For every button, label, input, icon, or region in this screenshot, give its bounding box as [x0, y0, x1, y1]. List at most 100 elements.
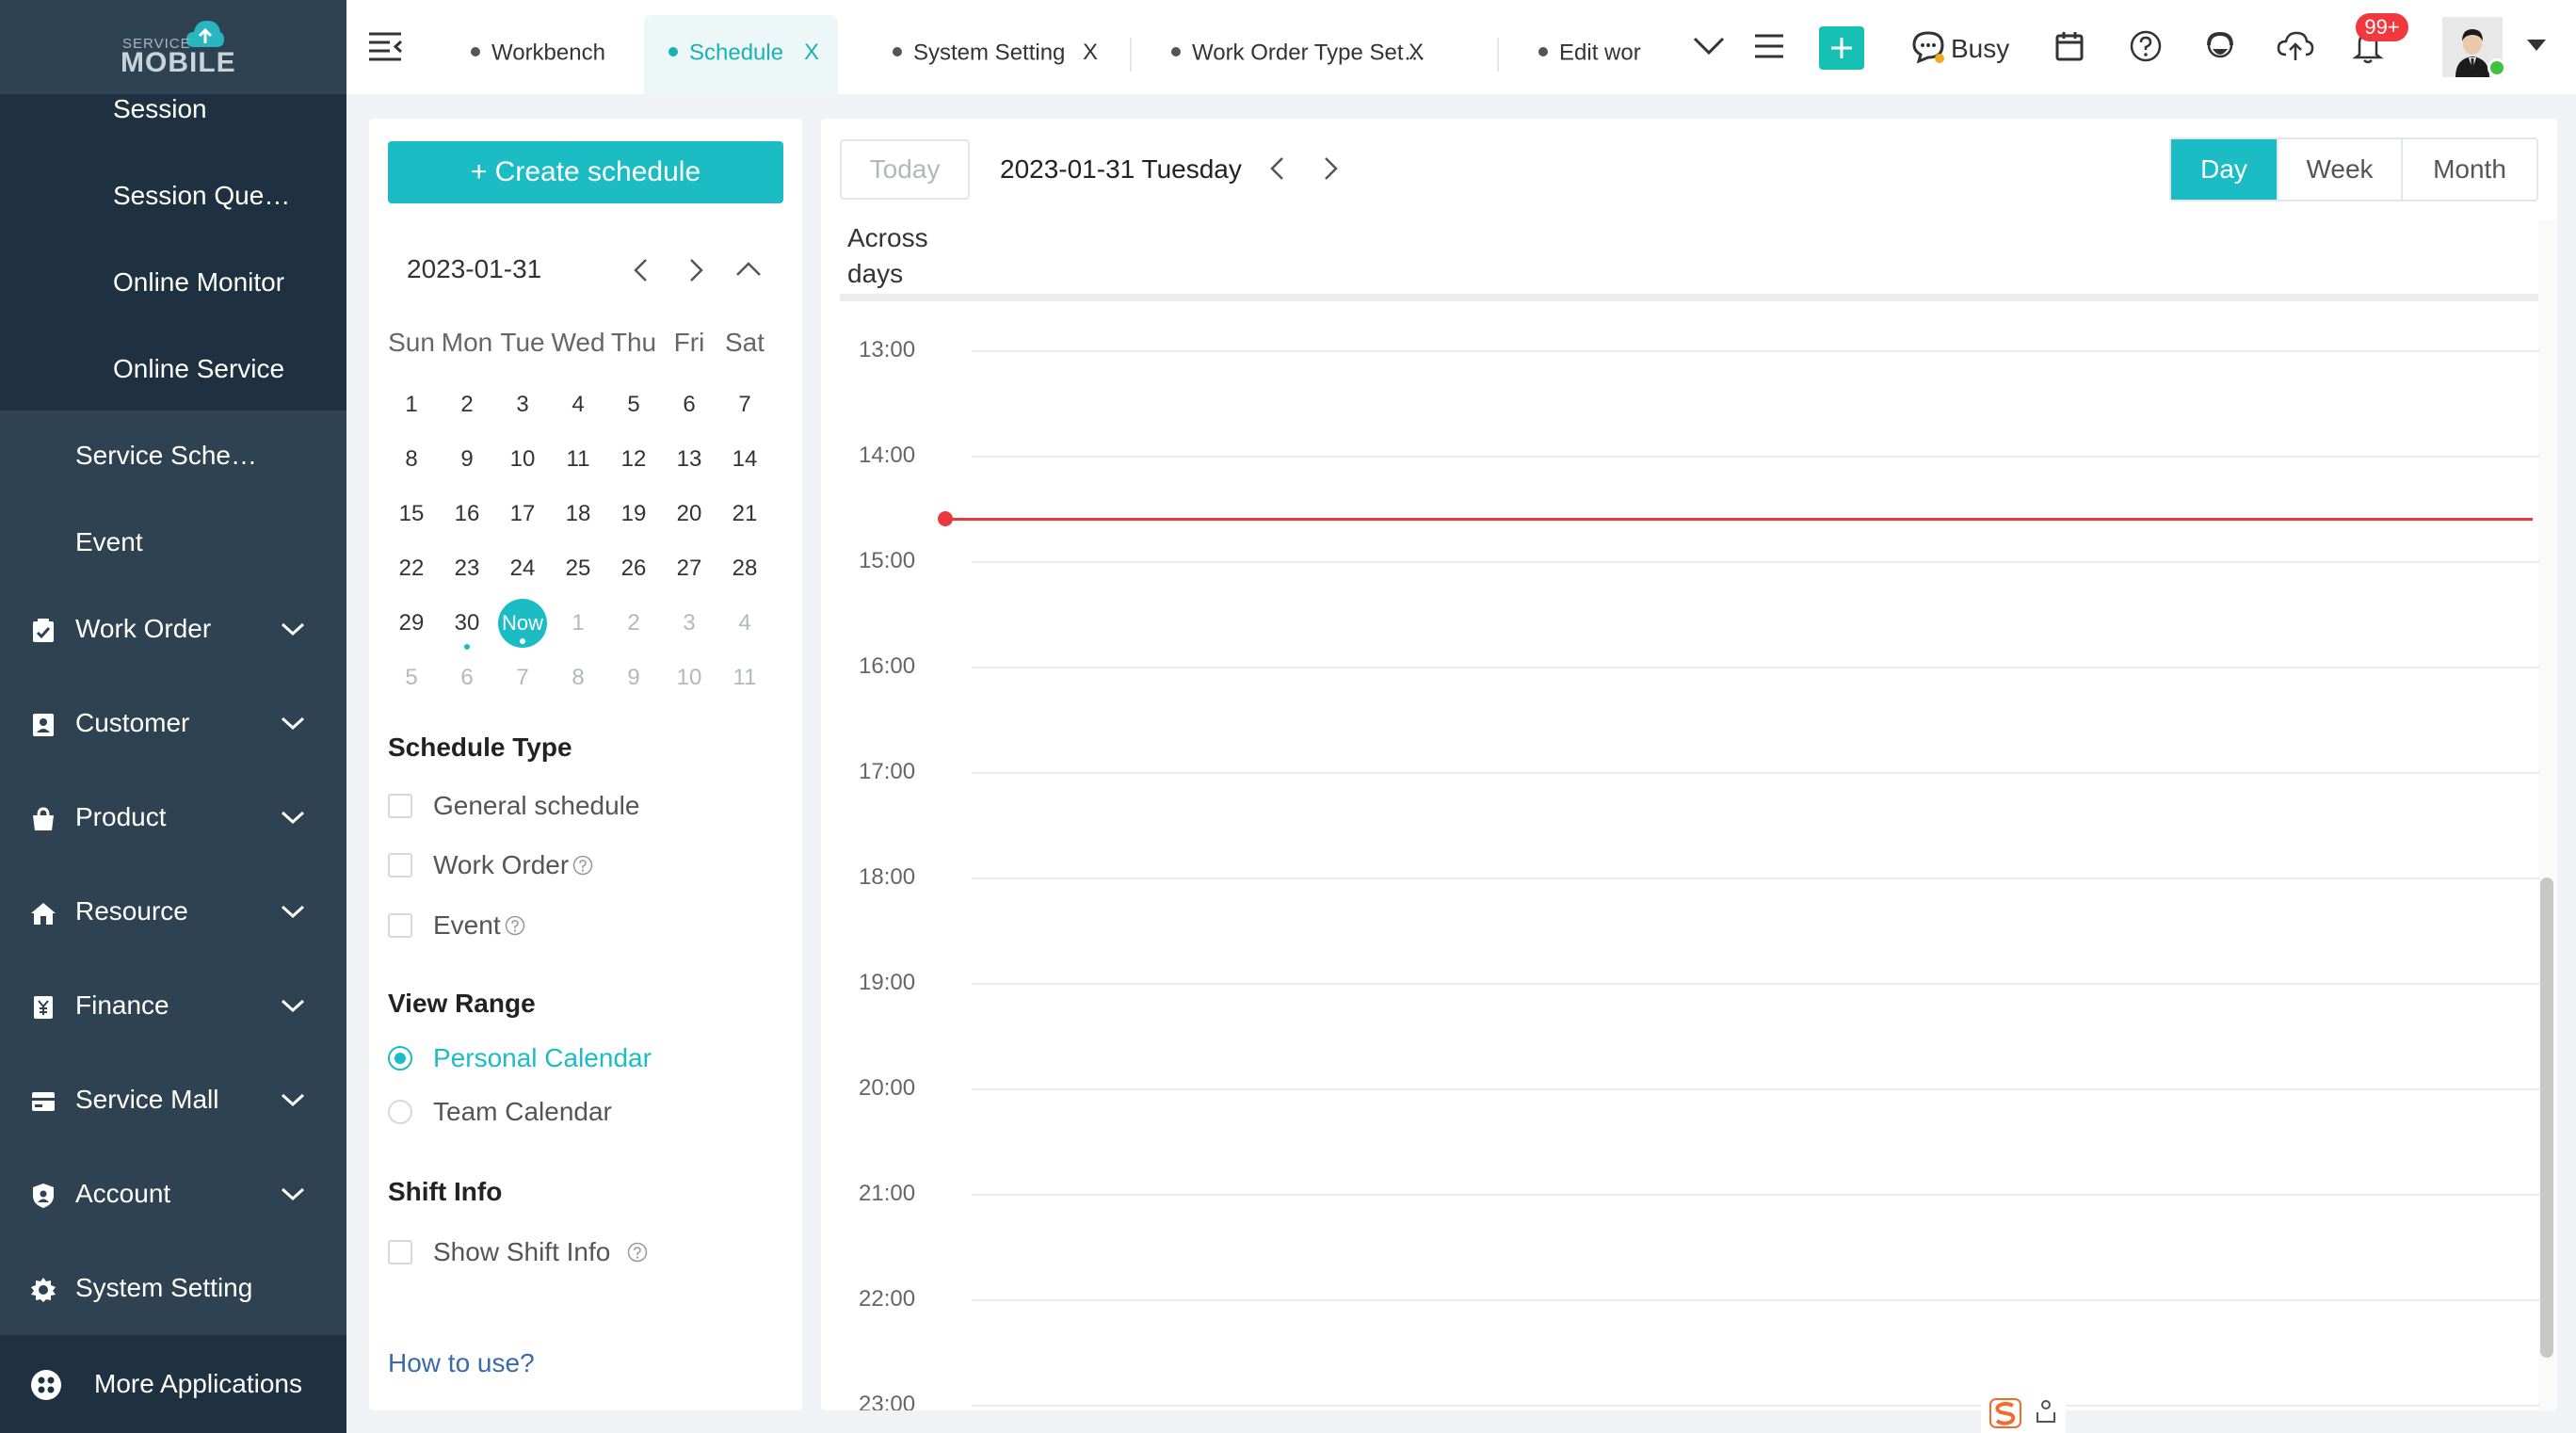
calendar-day[interactable]: 21	[717, 501, 772, 527]
scrollbar-thumb[interactable]	[2540, 878, 2553, 1358]
calendar-day[interactable]: 2	[606, 610, 661, 636]
tab-close-icon[interactable]: X	[804, 40, 819, 66]
app-logo[interactable]: SERVICE MOBILE	[0, 0, 346, 94]
tab-edit-work-order[interactable]: Edit wor	[1520, 15, 1651, 94]
show-shift-info-option[interactable]: Show Shift Info	[433, 1237, 648, 1267]
calendar-day[interactable]: 28	[717, 555, 772, 582]
caret-down-icon[interactable]	[2525, 38, 2548, 53]
checkbox-event[interactable]	[388, 913, 412, 938]
calendar-day[interactable]: 30	[440, 610, 494, 636]
tab-close-icon[interactable]: X	[1083, 40, 1098, 66]
sidebar-menu-work-order[interactable]: Work Order	[0, 584, 346, 678]
checkbox-work-order[interactable]	[388, 853, 412, 878]
quick-add-button[interactable]	[1819, 26, 1864, 70]
help-circle-icon[interactable]	[572, 855, 593, 876]
calendar-day[interactable]: 5	[606, 392, 661, 418]
radio-team-calendar[interactable]	[388, 1100, 412, 1124]
calendar-day[interactable]: 15	[384, 501, 439, 527]
tab-workbench[interactable]: Workbench	[452, 15, 621, 94]
event-option[interactable]: Event	[433, 910, 525, 941]
create-schedule-button[interactable]: + Create schedule	[388, 141, 783, 203]
prev-day-icon[interactable]	[1262, 153, 1294, 185]
tab-schedule[interactable]: Schedule X	[644, 15, 838, 94]
chevron-up-icon[interactable]	[733, 254, 765, 286]
view-month-button[interactable]: Month	[2403, 139, 2536, 200]
calendar-day[interactable]: 2	[440, 392, 494, 418]
calendar-day[interactable]: 19	[606, 501, 661, 527]
help-circle-icon[interactable]	[505, 915, 525, 936]
work-order-option[interactable]: Work Order	[433, 850, 593, 880]
chat-status-icon[interactable]	[1911, 30, 1945, 64]
calendar-day[interactable]: 12	[606, 446, 661, 473]
view-day-button[interactable]: Day	[2171, 139, 2277, 200]
today-button[interactable]: Today	[840, 139, 970, 200]
personal-calendar-label[interactable]: Personal Calendar	[433, 1043, 652, 1073]
calendar-day[interactable]: 24	[495, 555, 550, 582]
team-calendar-label[interactable]: Team Calendar	[433, 1097, 612, 1127]
calendar-day[interactable]: 23	[440, 555, 494, 582]
help-icon[interactable]	[2130, 30, 2162, 62]
calendar-day[interactable]: 3	[662, 610, 716, 636]
calendar-day[interactable]: 10	[662, 665, 716, 691]
help-circle-icon[interactable]	[627, 1242, 648, 1263]
tab-close-icon[interactable]: X	[1409, 40, 1424, 66]
submenu-item-session[interactable]: Session	[113, 94, 207, 124]
chevron-right-icon[interactable]	[680, 254, 712, 286]
more-applications-button[interactable]: More Applications	[0, 1335, 346, 1433]
how-to-use-link[interactable]: How to use?	[388, 1348, 535, 1378]
calendar-day[interactable]: 13	[662, 446, 716, 473]
checkbox-general-schedule[interactable]	[388, 794, 412, 818]
checkbox-show-shift-info[interactable]	[388, 1240, 412, 1264]
calendar-day[interactable]: 16	[440, 501, 494, 527]
calendar-day[interactable]: 11	[551, 446, 605, 473]
calendar-day[interactable]: 1	[551, 610, 605, 636]
tab-system-setting[interactable]: System Setting X	[874, 15, 1105, 94]
radio-personal-calendar[interactable]	[388, 1046, 412, 1071]
calendar-day[interactable]: 22	[384, 555, 439, 582]
calendar-day[interactable]: 4	[717, 610, 772, 636]
sidebar-menu-product[interactable]: Product	[0, 772, 346, 866]
sidebar-menu-finance[interactable]: Finance	[0, 960, 346, 1055]
calendar-day[interactable]: 9	[440, 446, 494, 473]
chevron-left-icon[interactable]	[625, 254, 657, 286]
next-day-icon[interactable]	[1314, 153, 1346, 185]
calendar-day[interactable]: 3	[495, 392, 550, 418]
sidebar-item-service-schedule[interactable]: Service Sche…	[75, 441, 257, 471]
tab-work-order-type-setting[interactable]: Work Order Type Set… X	[1152, 15, 1435, 94]
input-method-widget[interactable]	[1981, 1392, 2066, 1433]
calendar-day[interactable]: 8	[384, 446, 439, 473]
sidebar-item-event[interactable]: Event	[75, 527, 143, 557]
customer-service-icon[interactable]	[2203, 28, 2237, 64]
calendar-day[interactable]: 9	[606, 665, 661, 691]
calendar-day[interactable]: 11	[717, 665, 772, 691]
calendar-day[interactable]: 26	[606, 555, 661, 582]
all-day-row[interactable]	[840, 294, 2538, 301]
calendar-icon[interactable]	[2054, 30, 2085, 62]
agent-status-label[interactable]: Busy	[1951, 34, 2009, 64]
hamburger-menu-icon[interactable]	[1753, 32, 1785, 60]
calendar-day[interactable]: 14	[717, 446, 772, 473]
sidebar-menu-account[interactable]: Account	[0, 1149, 346, 1243]
submenu-item-online-monitor[interactable]: Online Monitor	[113, 267, 284, 298]
sidebar-menu-system-setting[interactable]: System Setting	[0, 1243, 346, 1337]
view-week-button[interactable]: Week	[2278, 139, 2401, 200]
calendar-day[interactable]: 10	[495, 446, 550, 473]
sidebar-menu-resource[interactable]: Resource	[0, 866, 346, 960]
menu-fold-icon[interactable]	[367, 30, 403, 62]
calendar-day[interactable]: 5	[384, 665, 439, 691]
calendar-day[interactable]: 27	[662, 555, 716, 582]
calendar-day[interactable]: 4	[551, 392, 605, 418]
calendar-day[interactable]: 6	[440, 665, 494, 691]
calendar-day[interactable]: 29	[384, 610, 439, 636]
tabs-dropdown-chevron-icon[interactable]	[1693, 36, 1725, 56]
calendar-day[interactable]: 6	[662, 392, 716, 418]
general-schedule-label[interactable]: General schedule	[433, 791, 639, 821]
calendar-day[interactable]: 7	[717, 392, 772, 418]
calendar-day[interactable]: 1	[384, 392, 439, 418]
calendar-day[interactable]: 18	[551, 501, 605, 527]
calendar-day[interactable]: 7	[495, 665, 550, 691]
calendar-day[interactable]: 20	[662, 501, 716, 527]
calendar-day[interactable]: 17	[495, 501, 550, 527]
submenu-item-session-queue[interactable]: Session Que…	[113, 181, 290, 211]
submenu-item-online-service[interactable]: Online Service	[113, 354, 284, 384]
